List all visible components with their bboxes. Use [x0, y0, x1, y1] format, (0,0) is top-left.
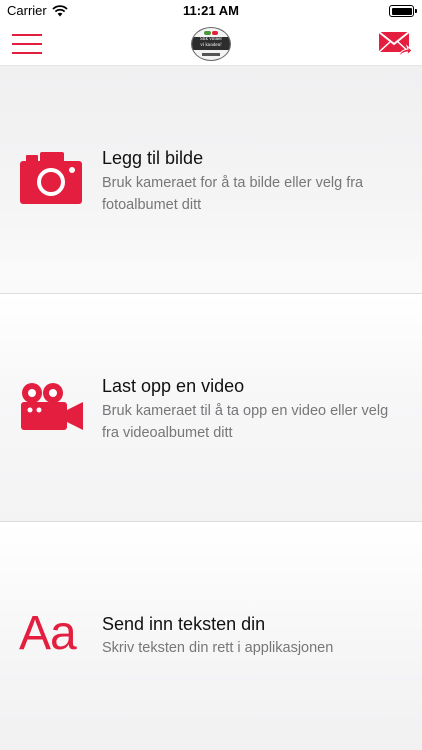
- status-time: 11:21 AM: [183, 3, 239, 18]
- nav-bar: Slik vinner vi kunden!: [0, 22, 422, 66]
- logo-emblem: [192, 30, 230, 36]
- logo-text: Slik vinner vi kunden!: [192, 37, 230, 50]
- list-item-add-photo[interactable]: Legg til bilde Bruk kameraet for å ta bi…: [0, 66, 422, 294]
- video-camera-icon: [21, 383, 83, 430]
- row-description: Skriv teksten din rett i applikasjonen: [102, 640, 334, 656]
- battery-icon: [389, 5, 417, 17]
- app-logo: Slik vinner vi kunden!: [191, 27, 231, 61]
- row-title: Send inn teksten din: [102, 614, 266, 634]
- hamburger-menu-icon[interactable]: [12, 33, 42, 55]
- logo-underline: [202, 53, 220, 56]
- row-title: Last opp en video: [102, 376, 245, 396]
- row-description: Bruk kameraet for å ta bilde eller velg …: [102, 175, 364, 213]
- text-icon: Aa: [19, 607, 77, 660]
- send-mail-icon[interactable]: [378, 28, 412, 60]
- list-item-send-text[interactable]: Aa Send inn teksten din Skriv teksten di…: [0, 522, 422, 750]
- camera-icon: [20, 152, 82, 204]
- row-description: Bruk kameraet til å ta opp en video elle…: [102, 403, 389, 441]
- status-bar: Carrier 11:21 AM: [0, 0, 422, 22]
- list-item-upload-video[interactable]: Last opp en video Bruk kameraet til å ta…: [0, 294, 422, 522]
- row-title: Legg til bilde: [102, 148, 204, 168]
